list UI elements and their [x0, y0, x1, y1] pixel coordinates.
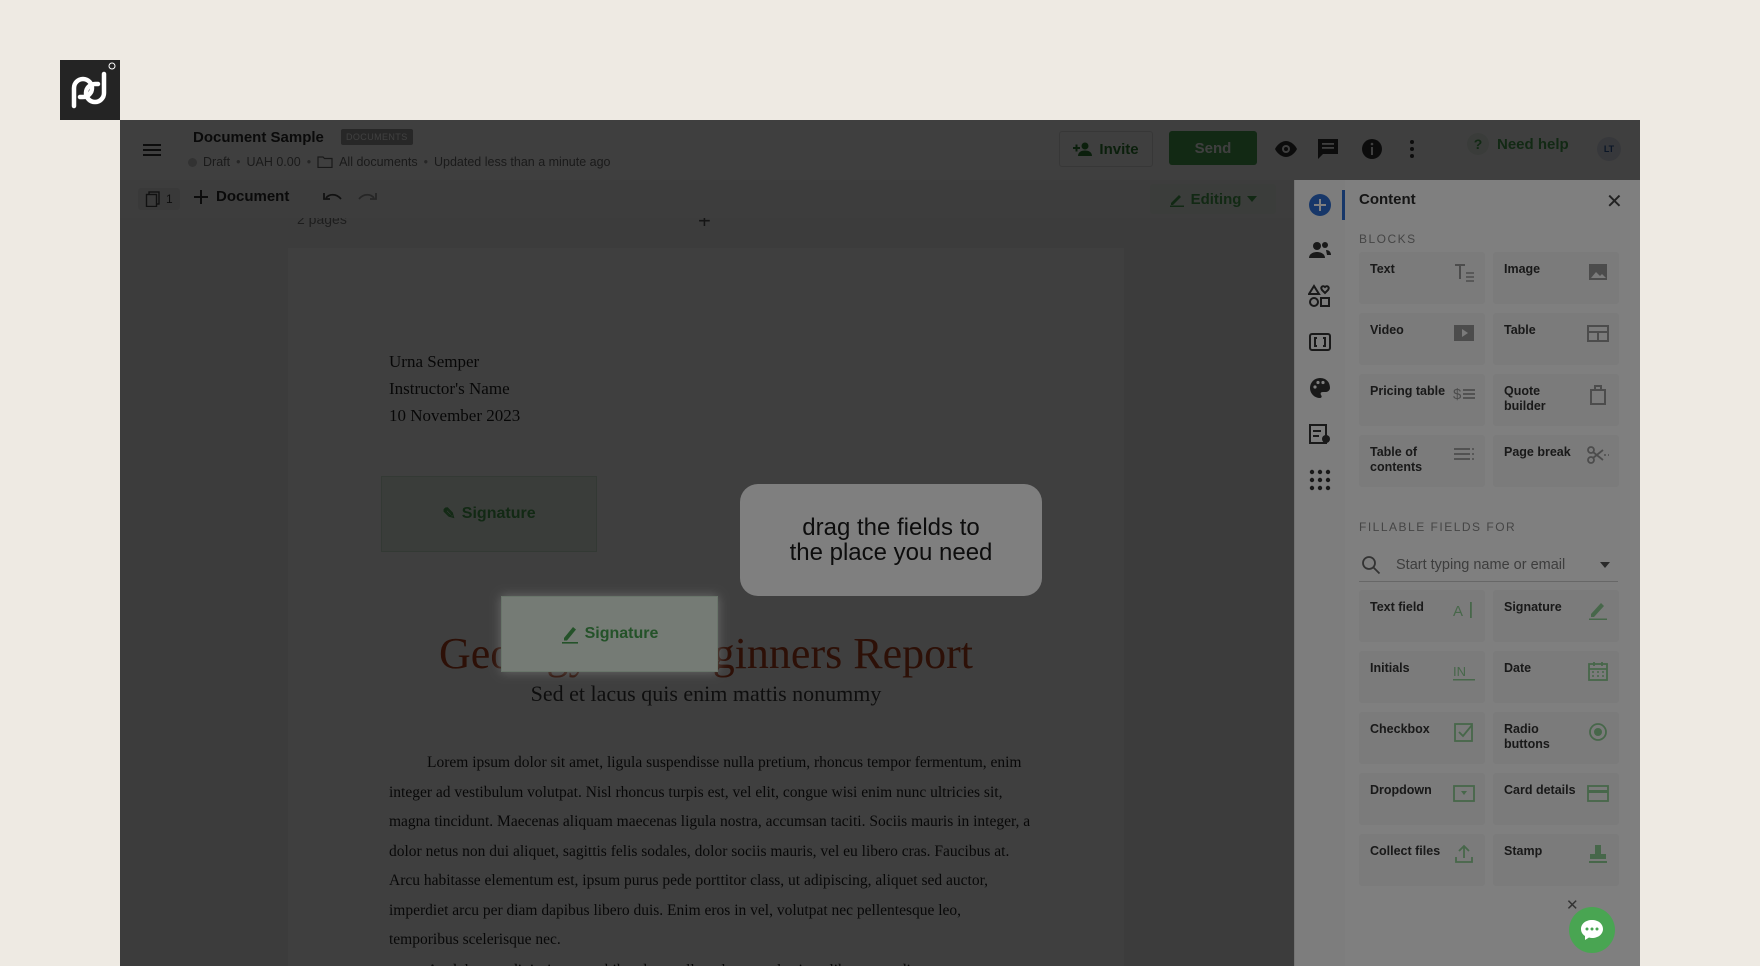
image-icon [1589, 264, 1607, 280]
dropdown-icon [1453, 785, 1475, 802]
card-icon [1587, 785, 1609, 802]
quote-builder-icon [1590, 385, 1606, 405]
field-stamp[interactable]: Stamp [1493, 834, 1619, 886]
block-text[interactable]: Text [1359, 252, 1485, 304]
search-placeholder: Start typing name or email [1396, 557, 1566, 573]
pen-icon [1589, 603, 1607, 620]
block-label: Page break [1504, 445, 1571, 459]
palette-icon[interactable] [1308, 376, 1332, 400]
field-card-details[interactable]: Card details [1493, 773, 1619, 825]
checkbox-icon [1454, 723, 1473, 742]
search-icon [1362, 556, 1381, 575]
field-label: Radio buttons [1504, 722, 1550, 751]
block-label: Image [1504, 262, 1541, 276]
field-label: Initials [1370, 661, 1410, 675]
block-label: Table [1504, 323, 1536, 337]
icon-rail [1294, 180, 1346, 966]
chat-launcher[interactable] [1569, 907, 1615, 953]
scissors-icon [1587, 446, 1609, 464]
video-icon [1454, 325, 1474, 341]
field-text-field[interactable]: Text field A [1359, 590, 1485, 642]
variables-icon[interactable] [1308, 330, 1332, 354]
field-label: Text field [1370, 600, 1424, 614]
block-label: Table of contents [1370, 445, 1423, 474]
field-label: Card details [1504, 783, 1576, 797]
field-dropdown[interactable]: Dropdown [1359, 773, 1485, 825]
stamp-icon [1589, 845, 1607, 863]
field-collect-files[interactable]: Collect files [1359, 834, 1485, 886]
block-page-break[interactable]: Page break [1493, 435, 1619, 487]
block-label: Quote builder [1504, 384, 1546, 413]
recipients-icon[interactable] [1308, 238, 1332, 262]
block-table[interactable]: Table [1493, 313, 1619, 365]
pricing-table-icon: $ [1453, 386, 1475, 403]
add-content-icon[interactable] [1308, 193, 1332, 217]
radio-icon [1589, 723, 1607, 741]
blocks-header: BLOCKS [1359, 232, 1417, 246]
svg-text:$: $ [1453, 386, 1462, 403]
chevron-down-icon[interactable] [1600, 562, 1610, 568]
svg-text:IN: IN [1453, 664, 1466, 679]
initials-icon: IN [1453, 664, 1475, 681]
field-date[interactable]: Date [1493, 651, 1619, 703]
block-image[interactable]: Image [1493, 252, 1619, 304]
field-label: Stamp [1504, 844, 1543, 858]
field-label: Signature [1504, 600, 1562, 614]
table-icon [1587, 325, 1609, 342]
upload-icon [1455, 844, 1473, 863]
side-area: Content ✕ BLOCKS Text Image Video Table … [120, 120, 1640, 966]
svg-text:A: A [1453, 603, 1463, 620]
block-table-of-contents[interactable]: Table of contents [1359, 435, 1485, 487]
block-label: Video [1370, 323, 1404, 337]
block-pricing-table[interactable]: Pricing table $ [1359, 374, 1485, 426]
field-signature[interactable]: Signature [1493, 590, 1619, 642]
text-field-icon: A [1453, 602, 1472, 620]
field-label: Collect files [1370, 844, 1441, 858]
recipient-search[interactable]: Start typing name or email [1359, 549, 1618, 582]
chat-bubble-icon [1581, 920, 1603, 940]
apps-grid-icon[interactable] [1308, 468, 1332, 492]
block-quote-builder[interactable]: Quote builder [1493, 374, 1619, 426]
field-label: Checkbox [1370, 722, 1430, 736]
field-radio-buttons[interactable]: Radio buttons [1493, 712, 1619, 764]
fillable-fields-header: FILLABLE FIELDS FOR [1359, 520, 1517, 534]
field-initials[interactable]: Initials IN [1359, 651, 1485, 703]
shapes-icon[interactable] [1308, 284, 1332, 308]
close-icon[interactable]: ✕ [1606, 192, 1623, 212]
content-panel: Content ✕ BLOCKS Text Image Video Table … [1345, 180, 1640, 966]
pandadoc-logo [60, 60, 120, 120]
toc-icon [1454, 448, 1474, 460]
field-label: Date [1504, 661, 1532, 675]
field-checkbox[interactable]: Checkbox [1359, 712, 1485, 764]
field-label: Dropdown [1370, 783, 1432, 797]
text-format-icon [1455, 264, 1474, 282]
calendar-icon [1588, 662, 1608, 681]
block-label: Text [1370, 262, 1395, 276]
pricing-settings-icon[interactable] [1308, 422, 1332, 446]
block-video[interactable]: Video [1359, 313, 1485, 365]
block-label: Pricing table [1370, 384, 1446, 398]
panel-title: Content [1359, 191, 1416, 208]
